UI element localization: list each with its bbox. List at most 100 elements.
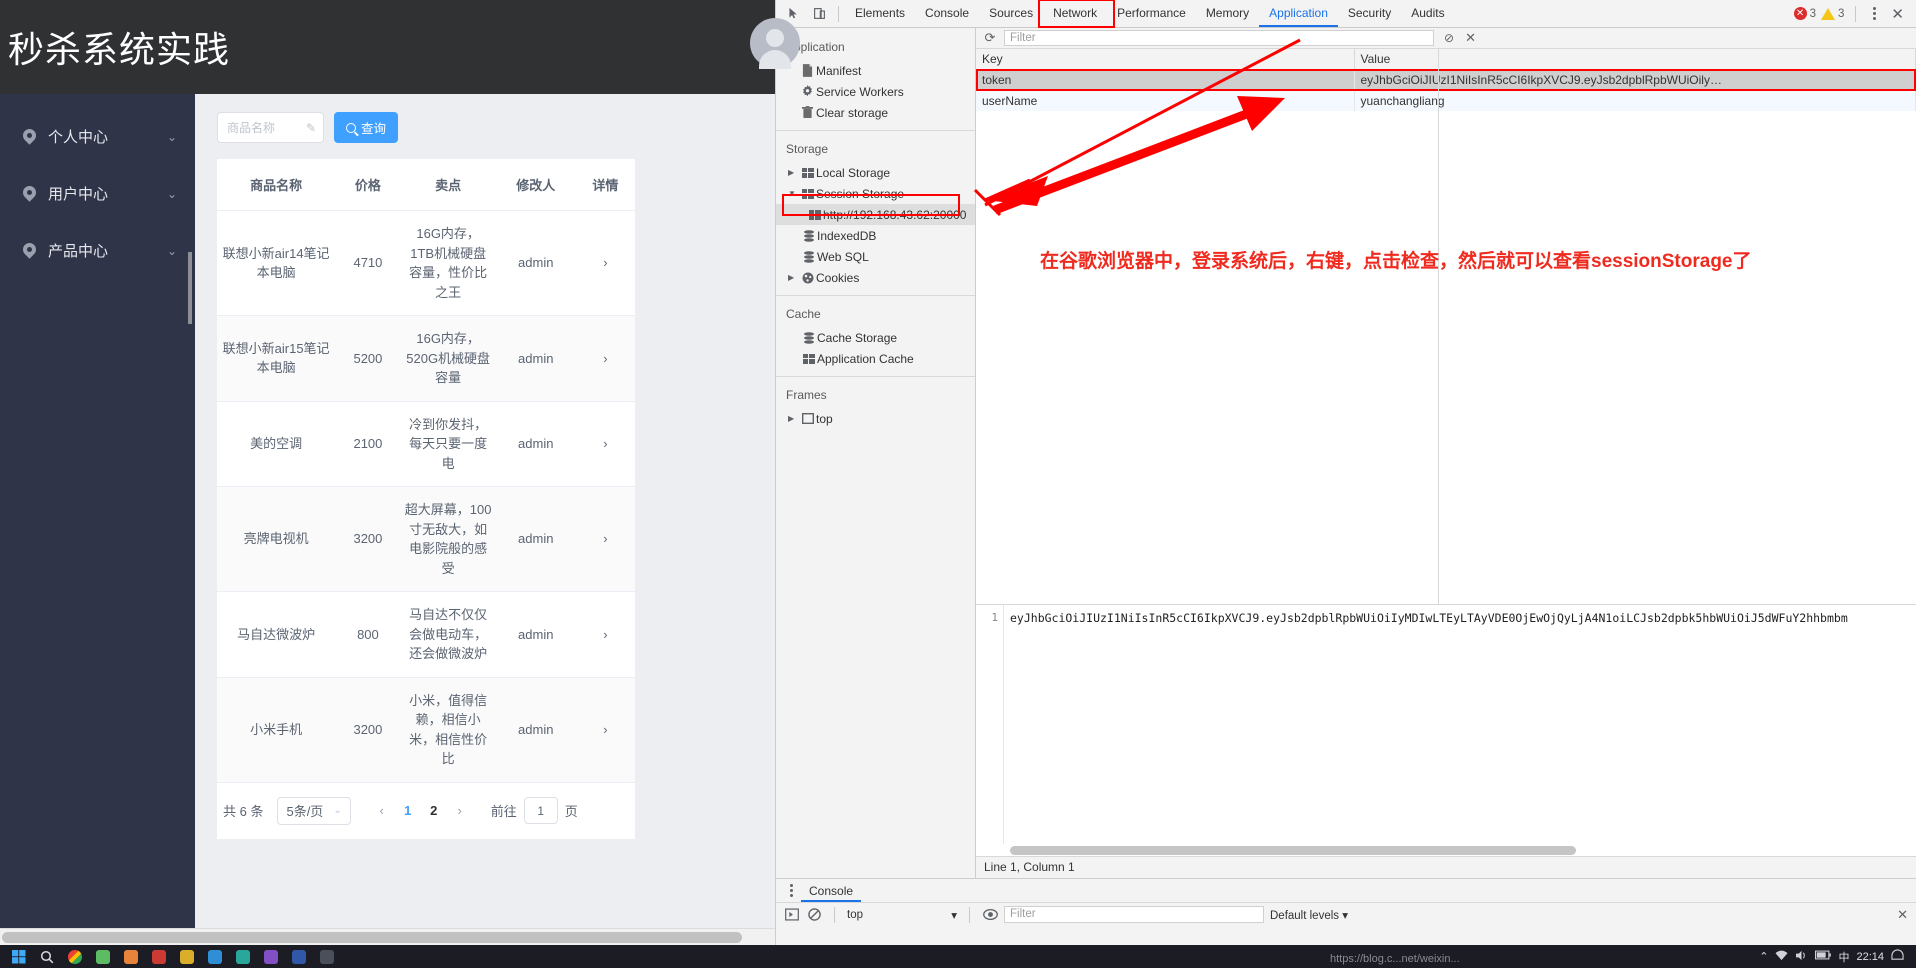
tab-application[interactable]: Application bbox=[1259, 0, 1338, 27]
app-orange-icon[interactable] bbox=[118, 947, 144, 967]
watermark-text: https://blog.c...net/weixin... bbox=[1330, 953, 1460, 965]
clear-storage-icon[interactable]: ⊘ bbox=[1438, 31, 1460, 45]
drawer-tab-console[interactable]: Console bbox=[801, 880, 862, 902]
jump-page-input[interactable] bbox=[523, 797, 558, 824]
tab-network[interactable]: Network bbox=[1043, 0, 1107, 27]
horizontal-scrollbar[interactable] bbox=[0, 928, 775, 945]
device-toolbar-icon[interactable] bbox=[806, 2, 832, 26]
avatar[interactable] bbox=[750, 18, 800, 69]
sidebar-item-application-cache[interactable]: Application Cache bbox=[776, 348, 975, 369]
app-green-icon[interactable] bbox=[90, 947, 116, 967]
preview-horizontal-scrollbar[interactable] bbox=[976, 844, 1916, 856]
notifications-icon[interactable] bbox=[1891, 948, 1904, 965]
scrollbar-thumb[interactable] bbox=[2, 932, 742, 943]
prev-page-button[interactable]: ‹ bbox=[371, 800, 393, 821]
search-input-wrapper[interactable]: ✎ bbox=[217, 112, 324, 143]
clock-time[interactable]: 22:14 bbox=[1856, 951, 1884, 963]
cell-modifier: admin bbox=[495, 401, 576, 487]
chrome-icon[interactable] bbox=[62, 947, 88, 967]
storage-row-username[interactable]: userName yuanchangliang bbox=[976, 90, 1916, 112]
sidebar-item-clear-storage[interactable]: Clear storage bbox=[776, 102, 975, 123]
start-icon[interactable] bbox=[6, 947, 32, 967]
delete-entry-icon[interactable]: ✕ bbox=[1460, 30, 1481, 46]
detail-chevron-icon[interactable]: › bbox=[575, 401, 635, 487]
console-context-select[interactable]: top ▾ bbox=[847, 906, 957, 923]
sidebar-item-local-storage[interactable]: ▶ Local Storage bbox=[776, 162, 975, 183]
detail-chevron-icon[interactable]: › bbox=[575, 315, 635, 402]
console-levels-select[interactable]: Default levels ▾ bbox=[1270, 908, 1348, 922]
sidebar-item-cache-storage[interactable]: Cache Storage bbox=[776, 327, 975, 348]
warning-badge[interactable]: 3 bbox=[1821, 7, 1844, 20]
sidebar-item-session-storage-origin[interactable]: http://192.168.43.62:20000 bbox=[776, 204, 975, 225]
volume-icon[interactable] bbox=[1795, 950, 1808, 964]
kebab-menu-icon[interactable] bbox=[1867, 4, 1882, 23]
gear-icon bbox=[799, 85, 816, 98]
execution-context-icon[interactable] bbox=[784, 907, 800, 923]
tab-sources[interactable]: Sources bbox=[979, 0, 1043, 27]
table-row[interactable]: 美的空调 2100 冷到你发抖，每天只要一度电 admin › bbox=[217, 401, 635, 487]
storage-filter-input[interactable]: Filter bbox=[1004, 30, 1434, 47]
sidebar-item-product-center[interactable]: 产品中心 ⌄ bbox=[0, 222, 195, 279]
network-icon[interactable] bbox=[1775, 950, 1788, 964]
sidebar-item-cookies[interactable]: ▶ Cookies bbox=[776, 267, 975, 288]
search-icon[interactable] bbox=[34, 947, 60, 967]
sidebar-item-frame-top[interactable]: ▶ top bbox=[776, 408, 975, 429]
twisty-right-icon[interactable]: ▶ bbox=[788, 168, 799, 177]
scrollbar-track[interactable] bbox=[1002, 846, 1910, 855]
app-yellow-icon[interactable] bbox=[174, 947, 200, 967]
app-red-icon[interactable] bbox=[146, 947, 172, 967]
pagination: 共 6 条 5条/页 ⌄ ‹ 1 2 › 前往 页 bbox=[217, 783, 635, 839]
sidebar-item-session-storage[interactable]: ▼ Session Storage bbox=[776, 183, 975, 204]
detail-chevron-icon[interactable]: › bbox=[575, 486, 635, 592]
page-size-select[interactable]: 5条/页 ⌄ bbox=[277, 796, 351, 825]
storage-row-token[interactable]: token eyJhbGciOiJIUzI1NiIsInR5cCI6IkpXVC… bbox=[976, 69, 1916, 91]
console-filter-input[interactable]: Filter bbox=[1004, 906, 1264, 923]
tab-console[interactable]: Console bbox=[915, 0, 979, 27]
tab-memory[interactable]: Memory bbox=[1196, 0, 1259, 27]
twisty-right-icon[interactable]: ▶ bbox=[788, 273, 799, 282]
up-chevron-icon[interactable]: ⌃ bbox=[1759, 950, 1768, 963]
detail-chevron-icon[interactable]: › bbox=[575, 677, 635, 783]
value-preview-code[interactable]: eyJhbGciOiJIUzI1NiIsInR5cCI6IkpXVCJ9.eyJ… bbox=[1004, 605, 1916, 854]
page-button-2[interactable]: 2 bbox=[423, 800, 445, 821]
table-row[interactable]: 亮牌电视机 3200 超大屏幕，100寸无敌大，如电影院般的感受 admin › bbox=[217, 486, 635, 592]
refresh-icon[interactable]: ⟳ bbox=[980, 30, 1000, 46]
table-row[interactable]: 联想小新air14笔记本电脑 4710 16G内存，1TB机械硬盘容量，性价比之… bbox=[217, 210, 635, 316]
app-dark-icon[interactable] bbox=[314, 947, 340, 967]
table-row[interactable]: 马自达微波炉 800 马自达不仅仅会做电动车，还会做微波炉 admin › bbox=[217, 591, 635, 678]
tab-performance[interactable]: Performance bbox=[1107, 0, 1196, 27]
table-row[interactable]: 小米手机 3200 小米，值得信赖，相信小米，相信性价比 admin › bbox=[217, 677, 635, 783]
close-drawer-icon[interactable]: ✕ bbox=[1897, 907, 1908, 923]
next-page-button[interactable]: › bbox=[449, 800, 471, 821]
page-button-1[interactable]: 1 bbox=[397, 800, 419, 821]
search-input[interactable] bbox=[225, 119, 304, 136]
ime-icon[interactable]: 中 bbox=[1838, 949, 1849, 965]
sidebar-item-manifest[interactable]: Manifest bbox=[776, 60, 975, 81]
sidebar-item-indexeddb[interactable]: IndexedDB bbox=[776, 225, 975, 246]
sidebar-item-service-workers[interactable]: Service Workers bbox=[776, 81, 975, 102]
tab-elements[interactable]: Elements bbox=[845, 0, 915, 27]
sidebar-item-web-sql[interactable]: Web SQL bbox=[776, 246, 975, 267]
app-purple-icon[interactable] bbox=[258, 947, 284, 967]
sidebar-item-personal-center[interactable]: 个人中心 ⌄ bbox=[0, 108, 195, 165]
twisty-down-icon[interactable]: ▼ bbox=[788, 189, 799, 198]
scrollbar-thumb[interactable] bbox=[1010, 846, 1576, 855]
sidebar-item-user-center[interactable]: 用户中心 ⌄ bbox=[0, 165, 195, 222]
tab-audits[interactable]: Audits bbox=[1401, 0, 1454, 27]
error-badge[interactable]: ✕ 3 bbox=[1793, 7, 1816, 20]
detail-chevron-icon[interactable]: › bbox=[575, 210, 635, 316]
close-icon[interactable]: ✕ bbox=[1887, 5, 1908, 23]
battery-icon[interactable] bbox=[1815, 950, 1832, 963]
query-button[interactable]: 查询 bbox=[334, 112, 399, 143]
clear-console-icon[interactable] bbox=[806, 907, 822, 923]
kebab-menu-icon[interactable] bbox=[782, 884, 801, 897]
storage-column-header-key[interactable]: Key bbox=[976, 49, 1355, 70]
app-teal-icon[interactable] bbox=[230, 947, 256, 967]
detail-chevron-icon[interactable]: › bbox=[575, 591, 635, 678]
twisty-right-icon[interactable]: ▶ bbox=[788, 414, 799, 423]
tab-security[interactable]: Security bbox=[1338, 0, 1401, 27]
table-row[interactable]: 联想小新air15笔记本电脑 5200 16G内存，520G机械硬盘容量 adm… bbox=[217, 315, 635, 402]
app-indigo-icon[interactable] bbox=[286, 947, 312, 967]
live-expression-icon[interactable] bbox=[982, 907, 998, 923]
app-blue-icon[interactable] bbox=[202, 947, 228, 967]
